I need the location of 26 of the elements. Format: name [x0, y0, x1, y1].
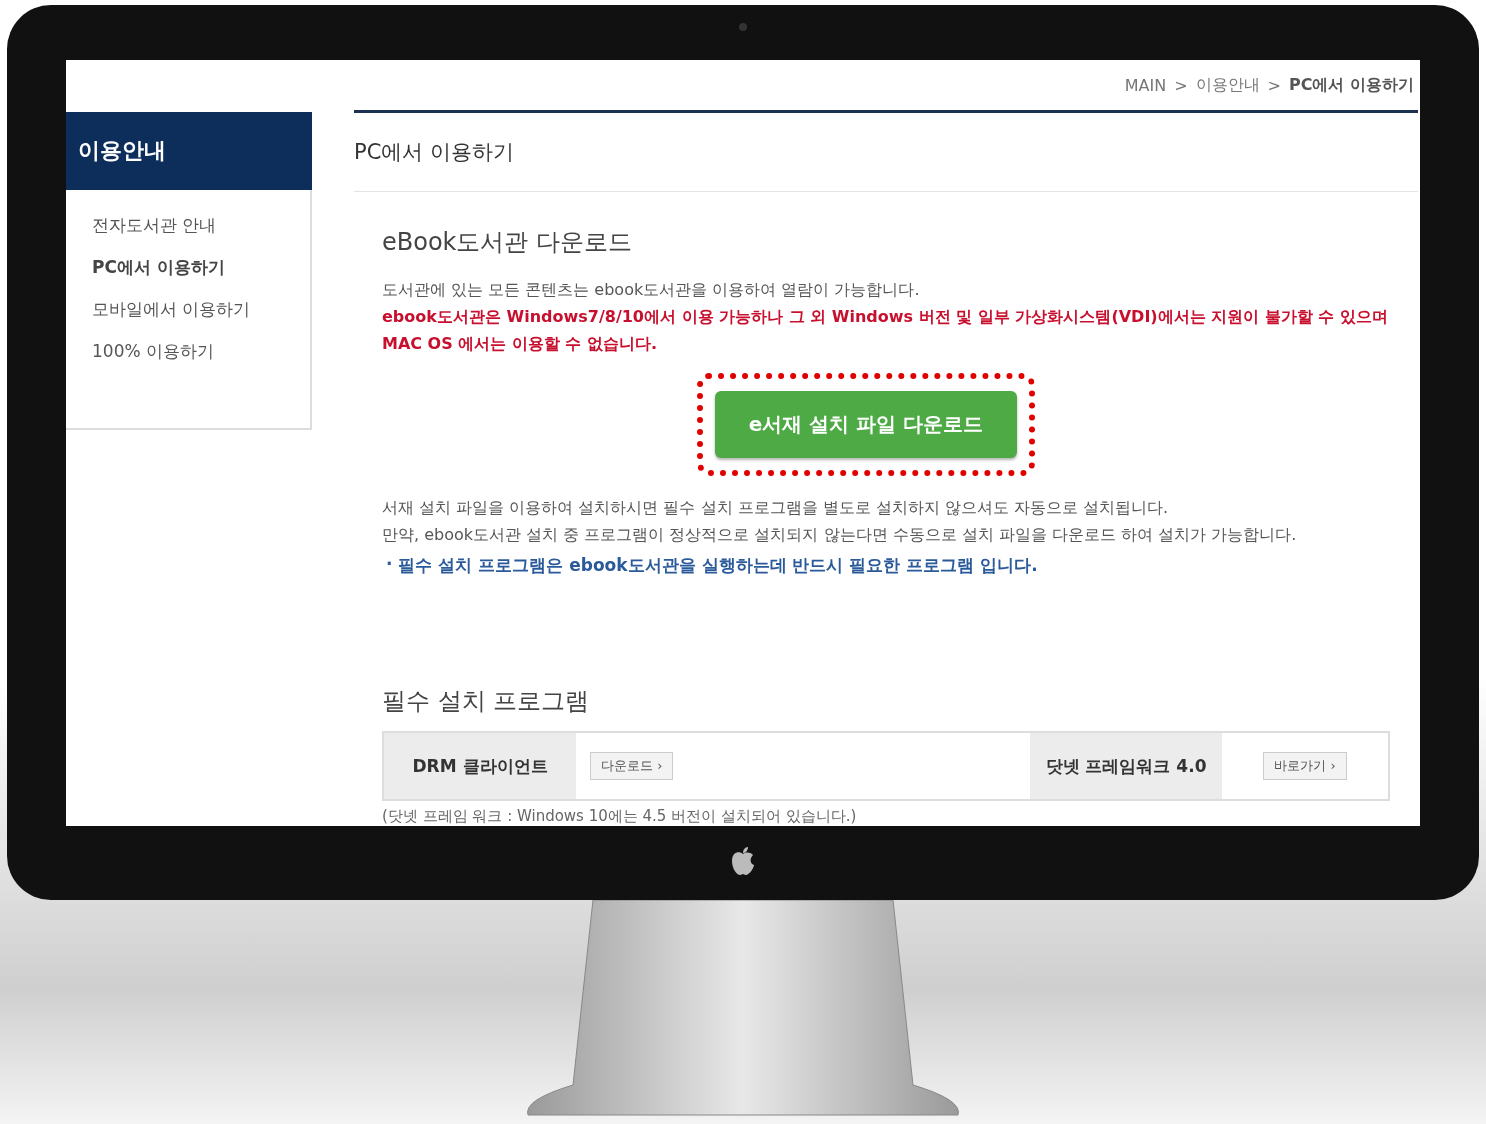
sidebar-item[interactable]: 전자도서관 안내: [92, 214, 310, 237]
warning-text: ebook도서관은 Windows7/8/10에서 이용 가능하나 그 외 Windows 버전 및 일부 가상화시스템(VDI)에서는 지원이 불가할 수 있으며 MAC OS 에서는 이용할 수 없습니다.: [382, 306, 1389, 355]
apple-logo-icon: [730, 846, 756, 876]
camera-icon: [739, 23, 747, 31]
bullet-text: 필수 설치 프로그램은 ebook도서관을 실행하는데 반드시 필요한 프로그램 입니다.: [398, 554, 1038, 577]
breadcrumb-separator: >: [1174, 75, 1188, 95]
program-link-button[interactable]: 바로가기 ›: [1263, 752, 1347, 780]
breadcrumb-separator: >: [1267, 75, 1281, 95]
breadcrumb-item[interactable]: 이용안내: [1195, 74, 1260, 96]
intro-text: 도서관에 있는 모든 콘텐츠는 ebook도서관을 이용하여 열람이 가능합니다.: [382, 279, 921, 301]
programs-title: 필수 설치 프로그램: [382, 686, 591, 717]
breadcrumb-item: PC에서 이용하기: [1288, 74, 1414, 96]
note-text: 만약, ebook도서관 설치 중 프로그램이 정상적으로 설치되지 않는다면 수동으로 설치 파일을 다운로드 하여 설치가 가능합니다.: [382, 524, 1298, 546]
note-text: 서재 설치 파일을 이용하여 설치하시면 필수 설치 프로그램을 별도로 설치하지 않으셔도 자동으로 설치됩니다.: [382, 497, 1170, 519]
section-title: eBook도서관 다운로드: [382, 227, 634, 258]
footnote-text: (닷넷 프레임 워크 : Windows 10에는 4.5 버전이 설치되어 있습니다.): [382, 807, 858, 826]
program-link-button[interactable]: 다운로드 ›: [590, 752, 674, 780]
page-title: PC에서 이용하기: [354, 110, 1418, 192]
program-name: DRM 클라이언트: [384, 733, 576, 799]
bullet-mark: ·: [386, 554, 393, 576]
sidebar-item[interactable]: 100% 이용하기: [92, 340, 310, 363]
sidebar-item[interactable]: 모바일에서 이용하기: [92, 298, 310, 321]
sidebar-title: 이용안내: [66, 112, 312, 190]
sidebar-item[interactable]: PC에서 이용하기: [92, 256, 310, 279]
breadcrumb-item[interactable]: MAIN: [1124, 75, 1167, 95]
program-name: 닷넷 프레임워크 4.0: [1030, 733, 1222, 799]
